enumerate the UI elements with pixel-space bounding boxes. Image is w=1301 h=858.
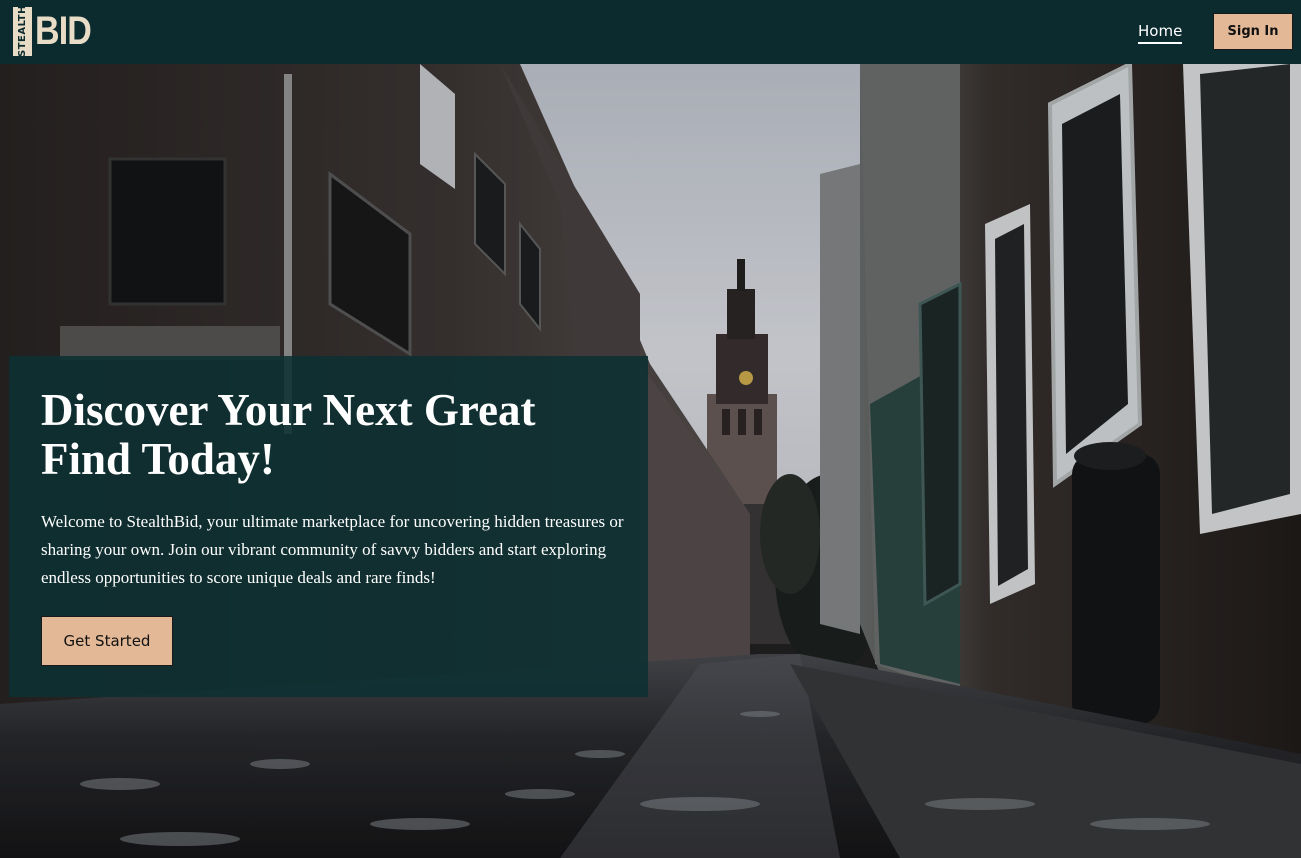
nav-home-link[interactable]: Home (1138, 22, 1183, 44)
hero-description: Welcome to StealthBid, your ultimate mar… (41, 512, 624, 587)
hero-section: Discover Your Next Great Find Today! Wel… (0, 64, 1301, 858)
sign-in-button[interactable]: Sign In (1213, 13, 1293, 50)
stealthbid-logo[interactable]: STEALTH BID (13, 5, 101, 58)
logo-stealth-text: STEALTH (13, 5, 32, 58)
hero-text-panel: Discover Your Next Great Find Today! Wel… (9, 356, 648, 697)
get-started-button[interactable]: Get Started (41, 616, 173, 666)
hero-title: Discover Your Next Great Find Today! (41, 385, 536, 484)
logo-bid-text: BID (35, 9, 92, 53)
navbar: STEALTH BID Home Sign In (0, 0, 1301, 64)
